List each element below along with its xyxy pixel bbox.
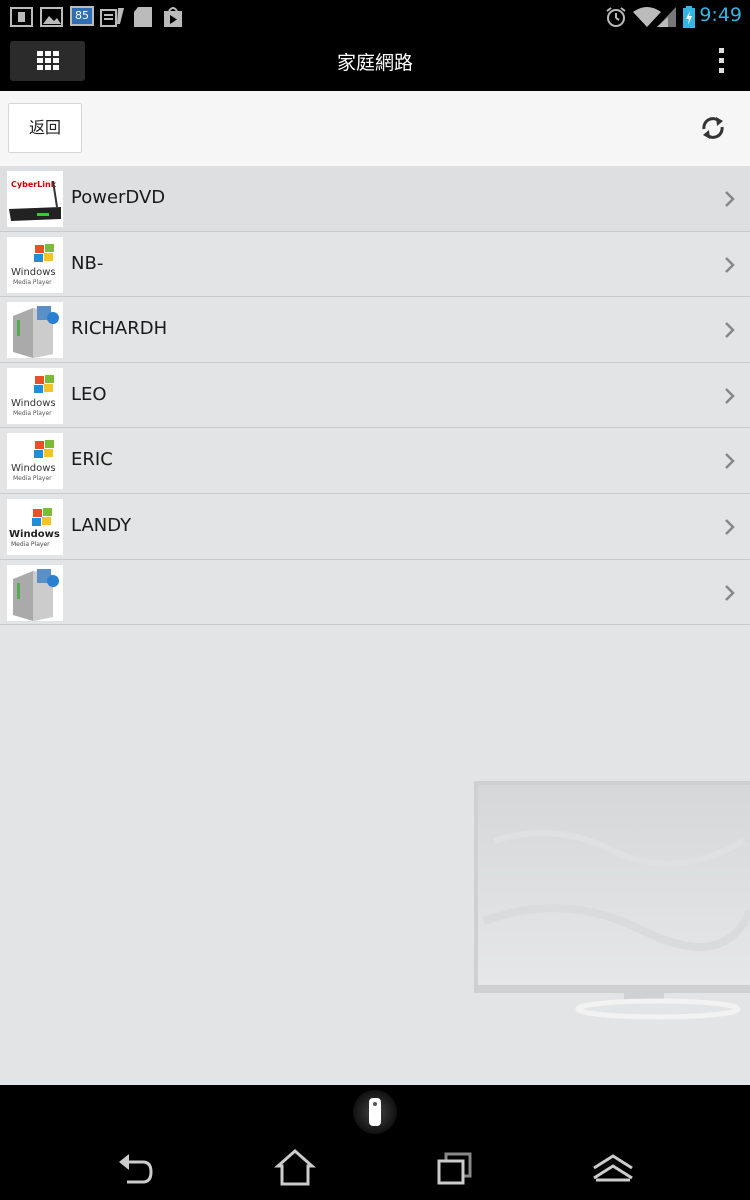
page-title: 家庭網路	[336, 52, 413, 74]
device-name: RICHARDH	[71, 318, 168, 340]
windows-media-player-icon: Windows Media Player	[7, 498, 63, 555]
content-area: 返回 CyberLink PowerDVD Windows Media Play…	[0, 91, 750, 1085]
device-name: PowerDVD	[71, 187, 166, 208]
status-bar: 85 9:49	[0, 0, 750, 32]
device-name: LEO	[71, 383, 107, 405]
chevron-right-icon	[725, 191, 735, 207]
device-name: NB-	[71, 252, 104, 274]
device-name: LANDY	[71, 514, 132, 536]
windows-media-player-icon: Windows Media Player	[7, 433, 63, 490]
signal-icon	[657, 7, 676, 27]
remote-control-button[interactable]	[353, 1090, 397, 1134]
alarm-icon	[606, 7, 626, 27]
chevron-right-icon	[725, 584, 735, 601]
notes-icon	[100, 8, 124, 27]
device-name: ERIC	[71, 449, 113, 471]
svg-text:Media Player: Media Player	[13, 279, 52, 286]
list-item[interactable]: Windows Media Player LANDY	[0, 493, 750, 560]
chevron-right-icon	[725, 387, 735, 404]
svg-text:Media Player: Media Player	[13, 475, 52, 482]
home-icon[interactable]	[274, 1148, 316, 1188]
toolbar: 返回	[0, 91, 750, 166]
tv-illustration	[474, 781, 750, 1020]
back-button[interactable]: 返回	[8, 103, 82, 153]
media-server-icon	[7, 564, 63, 621]
badge-85-icon: 85	[70, 6, 94, 26]
refresh-icon[interactable]	[700, 116, 726, 140]
svg-text:Windows: Windows	[11, 267, 56, 278]
windows-media-player-icon: Windows Media Player	[7, 236, 63, 293]
menu-up-icon[interactable]	[590, 1148, 636, 1188]
sd-card-icon	[134, 7, 152, 27]
gallery-icon	[40, 7, 63, 27]
svg-text:Media Player: Media Player	[13, 410, 52, 417]
svg-text:Media Player: Media Player	[11, 541, 50, 548]
media-server-icon	[7, 302, 63, 359]
chevron-right-icon	[725, 256, 735, 273]
action-bar: 家庭網路	[0, 32, 750, 91]
list-item[interactable]: Windows Media Player NB-	[0, 231, 750, 298]
battery-charging-icon	[683, 6, 695, 28]
cyberlink-router-icon: CyberLink	[7, 171, 63, 227]
list-item[interactable]	[0, 559, 750, 626]
system-nav-bar	[0, 1140, 750, 1200]
calendar-icon	[10, 7, 33, 27]
list-item[interactable]: Windows Media Player LEO	[0, 362, 750, 429]
play-store-icon	[164, 7, 182, 27]
windows-media-player-icon: Windows Media Player	[7, 367, 63, 424]
svg-text:Windows: Windows	[11, 463, 56, 474]
clock: 9:49	[699, 4, 742, 26]
list-item[interactable]: Windows Media Player ERIC	[0, 428, 750, 494]
list-item[interactable]: RICHARDH	[0, 297, 750, 363]
svg-text:Windows: Windows	[11, 398, 56, 409]
recent-apps-icon[interactable]	[434, 1148, 476, 1188]
svg-text:Windows: Windows	[9, 529, 60, 540]
svg-text:CyberLink: CyberLink	[11, 180, 57, 189]
overflow-menu-icon[interactable]	[712, 44, 732, 78]
device-list: CyberLink PowerDVD Windows Media Player	[0, 166, 750, 626]
chevron-right-icon	[725, 519, 735, 535]
back-icon[interactable]	[115, 1148, 157, 1188]
remote-control-icon	[369, 1098, 381, 1126]
chevron-right-icon	[725, 322, 735, 339]
list-item[interactable]: CyberLink PowerDVD	[0, 166, 750, 232]
chevron-right-icon	[725, 453, 735, 470]
